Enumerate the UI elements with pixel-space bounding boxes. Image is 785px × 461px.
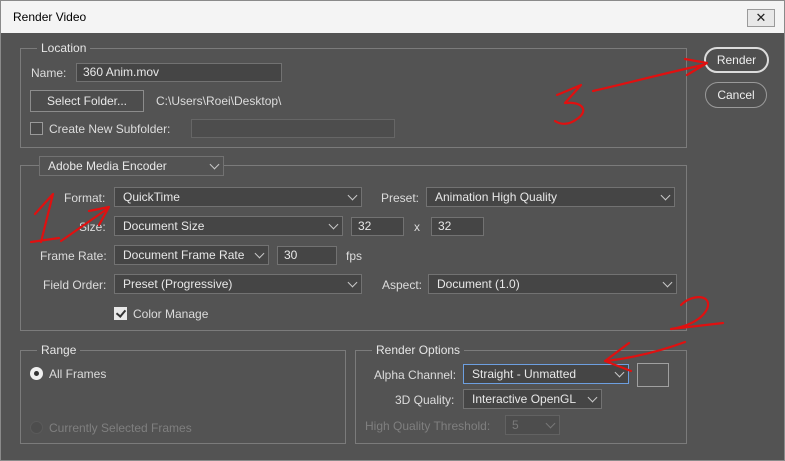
hq-threshold-value: 5 xyxy=(512,418,519,432)
range-group-label: Range xyxy=(37,343,81,357)
preset-value: Animation High Quality xyxy=(435,190,558,204)
format-select[interactable]: QuickTime xyxy=(114,187,362,207)
size-x-separator: x xyxy=(414,220,420,234)
encoder-select[interactable]: Adobe Media Encoder xyxy=(39,156,224,176)
preset-label: Preset: xyxy=(381,191,420,205)
hq-threshold-select[interactable]: 5 xyxy=(505,415,560,435)
folder-path: C:\Users\Roei\Desktop\ xyxy=(156,94,282,108)
field-order-select[interactable]: Preset (Progressive) xyxy=(114,274,362,294)
chevron-down-icon xyxy=(587,392,598,403)
chevron-down-icon xyxy=(614,367,625,378)
format-value: QuickTime xyxy=(123,190,180,204)
alpha-channel-value: Straight - Unmatted xyxy=(472,367,577,381)
3d-quality-value: Interactive OpenGL xyxy=(472,392,577,406)
encoder-value: Adobe Media Encoder xyxy=(48,159,167,173)
height-input[interactable]: 32 xyxy=(431,217,484,236)
name-label: Name: xyxy=(31,66,67,80)
all-frames-label: All Frames xyxy=(49,367,107,381)
alpha-channel-select[interactable]: Straight - Unmatted xyxy=(463,364,629,384)
close-icon: ✕ xyxy=(755,10,767,25)
title-bar: Render Video ✕ xyxy=(1,1,784,33)
subfolder-input[interactable] xyxy=(191,119,395,138)
alpha-channel-label: Alpha Channel: xyxy=(374,368,457,382)
select-folder-button[interactable]: Select Folder... xyxy=(30,90,144,112)
chevron-down-icon xyxy=(545,418,556,429)
hq-threshold-label: High Quality Threshold: xyxy=(365,419,491,433)
render-video-dialog: Render Video ✕ Location Name: 360 Anim.m… xyxy=(0,0,785,461)
matte-color-swatch[interactable] xyxy=(637,363,669,387)
chevron-down-icon xyxy=(347,277,358,288)
aspect-value: Document (1.0) xyxy=(437,277,520,291)
frame-rate-label: Frame Rate: xyxy=(40,249,107,263)
chevron-down-icon xyxy=(347,190,358,201)
size-label: Size: xyxy=(79,220,106,234)
aspect-select[interactable]: Document (1.0) xyxy=(428,274,677,294)
size-select[interactable]: Document Size xyxy=(114,216,343,236)
create-subfolder-checkbox[interactable] xyxy=(30,122,43,135)
fps-input[interactable]: 30 xyxy=(277,246,337,265)
3d-quality-select[interactable]: Interactive OpenGL xyxy=(463,389,602,409)
aspect-label: Aspect: xyxy=(382,278,423,292)
fps-unit: fps xyxy=(346,249,363,263)
3d-quality-label: 3D Quality: xyxy=(395,393,455,407)
chevron-down-icon xyxy=(254,248,265,259)
all-frames-radio[interactable] xyxy=(30,367,43,380)
format-label: Format: xyxy=(64,191,106,205)
color-manage-checkbox[interactable] xyxy=(114,307,127,320)
chevron-down-icon xyxy=(662,277,673,288)
selected-frames-radio[interactable] xyxy=(30,421,43,434)
render-button[interactable]: Render xyxy=(704,47,769,73)
location-group-label: Location xyxy=(37,41,91,55)
create-subfolder-label: Create New Subfolder: xyxy=(49,122,171,136)
render-options-group-label: Render Options xyxy=(372,343,465,357)
width-input[interactable]: 32 xyxy=(351,217,404,236)
chevron-down-icon xyxy=(328,219,339,230)
frame-rate-select[interactable]: Document Frame Rate xyxy=(114,245,269,265)
close-button[interactable]: ✕ xyxy=(747,9,775,27)
name-input[interactable]: 360 Anim.mov xyxy=(76,63,282,82)
chevron-down-icon xyxy=(660,190,671,201)
selected-frames-label: Currently Selected Frames xyxy=(49,421,192,435)
preset-select[interactable]: Animation High Quality xyxy=(426,187,675,207)
color-manage-label: Color Manage xyxy=(133,307,209,321)
field-order-value: Preset (Progressive) xyxy=(123,277,233,291)
frame-rate-value: Document Frame Rate xyxy=(123,248,245,262)
window-title: Render Video xyxy=(13,10,87,24)
cancel-button[interactable]: Cancel xyxy=(705,82,767,108)
field-order-label: Field Order: xyxy=(43,278,107,292)
chevron-down-icon xyxy=(209,159,220,170)
size-value: Document Size xyxy=(123,219,205,233)
